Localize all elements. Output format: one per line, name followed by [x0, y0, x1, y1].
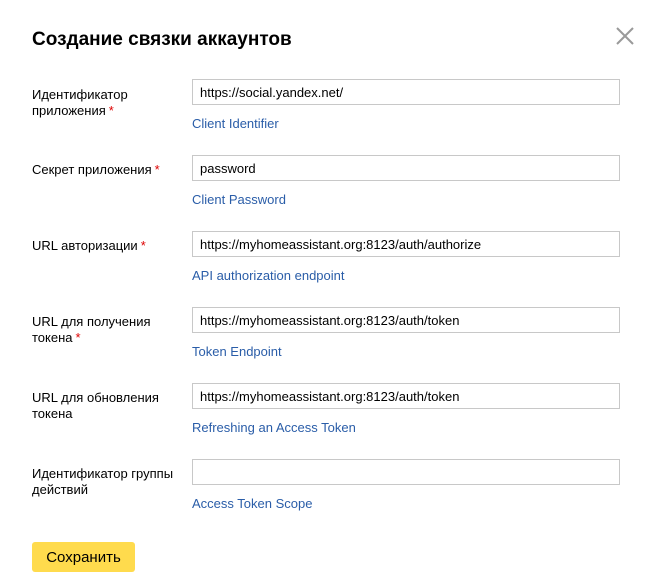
field-label: Секрет приложения * [32, 162, 182, 178]
app-secret-input[interactable] [192, 155, 620, 181]
field-label: Идентификатор приложения * [32, 87, 182, 119]
field-label: URL авторизации * [32, 238, 182, 254]
field-label-text: URL для получения токена [32, 314, 151, 345]
field-label-text: Идентификатор группы действий [32, 466, 174, 497]
refresh-url-input[interactable] [192, 383, 620, 409]
field-label-text: Секрет приложения [32, 162, 152, 177]
field-label: URL для обновления токена [32, 390, 182, 422]
field-label-text: URL авторизации [32, 238, 138, 253]
field-label: Идентификатор группы действий [32, 466, 182, 498]
access-token-scope-link[interactable]: Access Token Scope [192, 496, 312, 511]
auth-url-input[interactable] [192, 231, 620, 257]
field-label-text: URL для обновления токена [32, 390, 159, 421]
dialog-title: Создание связки аккаунтов [32, 29, 292, 50]
client-identifier-link[interactable]: Client Identifier [192, 116, 279, 131]
client-password-link[interactable]: Client Password [192, 192, 286, 207]
refreshing-access-token-link[interactable]: Refreshing an Access Token [192, 420, 356, 435]
required-mark: * [140, 238, 146, 253]
token-endpoint-link[interactable]: Token Endpoint [192, 344, 282, 359]
required-mark: * [154, 162, 160, 177]
required-mark: * [108, 103, 114, 118]
app-identifier-input[interactable] [192, 79, 620, 105]
required-mark: * [75, 330, 81, 345]
api-authorization-endpoint-link[interactable]: API authorization endpoint [192, 268, 345, 283]
account-linking-dialog: Создание связки аккаунтов Идентификатор … [0, 0, 652, 586]
scope-input[interactable] [192, 459, 620, 485]
token-url-input[interactable] [192, 307, 620, 333]
field-label: URL для получения токена * [32, 314, 182, 346]
save-button[interactable]: Сохранить [32, 542, 135, 572]
close-icon[interactable] [612, 23, 638, 49]
